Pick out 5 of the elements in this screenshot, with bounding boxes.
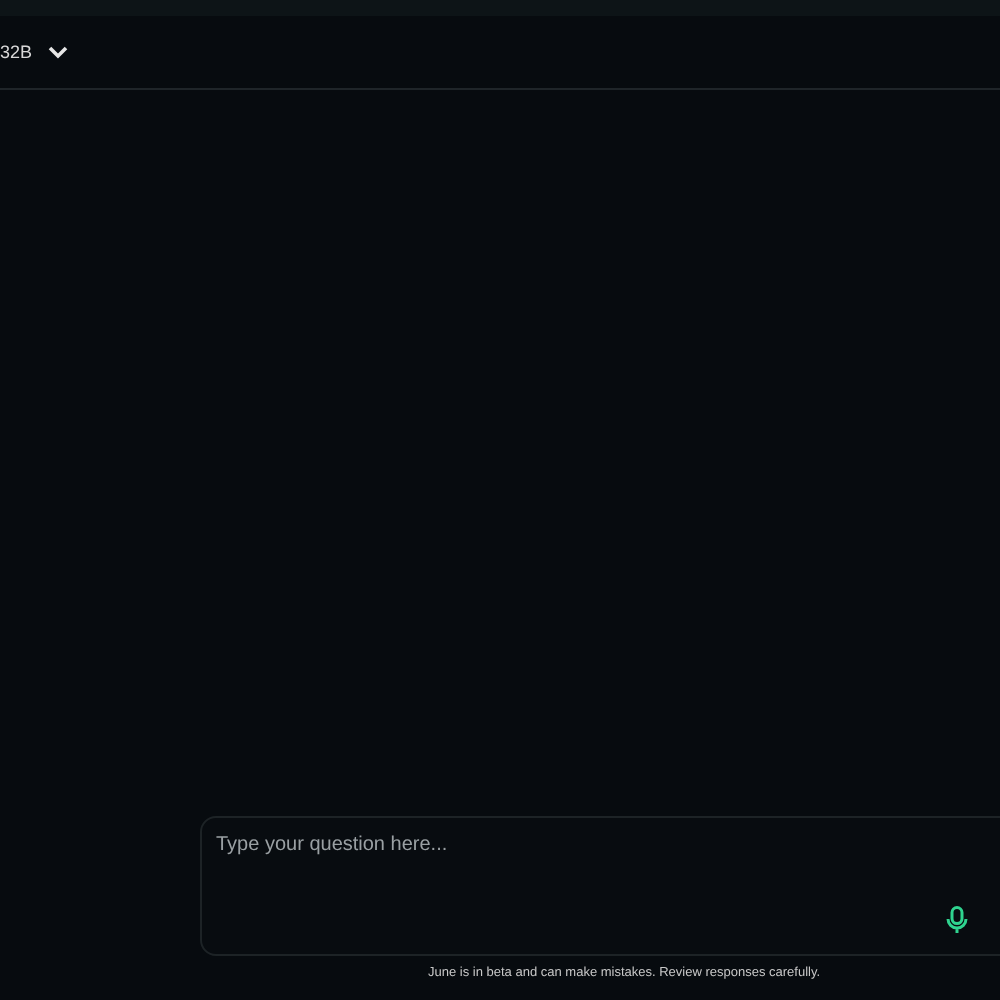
question-input[interactable]: Type your question here... xyxy=(202,818,962,878)
model-selector[interactable]: 32B xyxy=(0,42,33,62)
question-field[interactable]: Type your question here... xyxy=(200,816,1000,956)
microphone-icon[interactable] xyxy=(946,906,968,934)
chevron-down-icon[interactable] xyxy=(48,45,69,59)
